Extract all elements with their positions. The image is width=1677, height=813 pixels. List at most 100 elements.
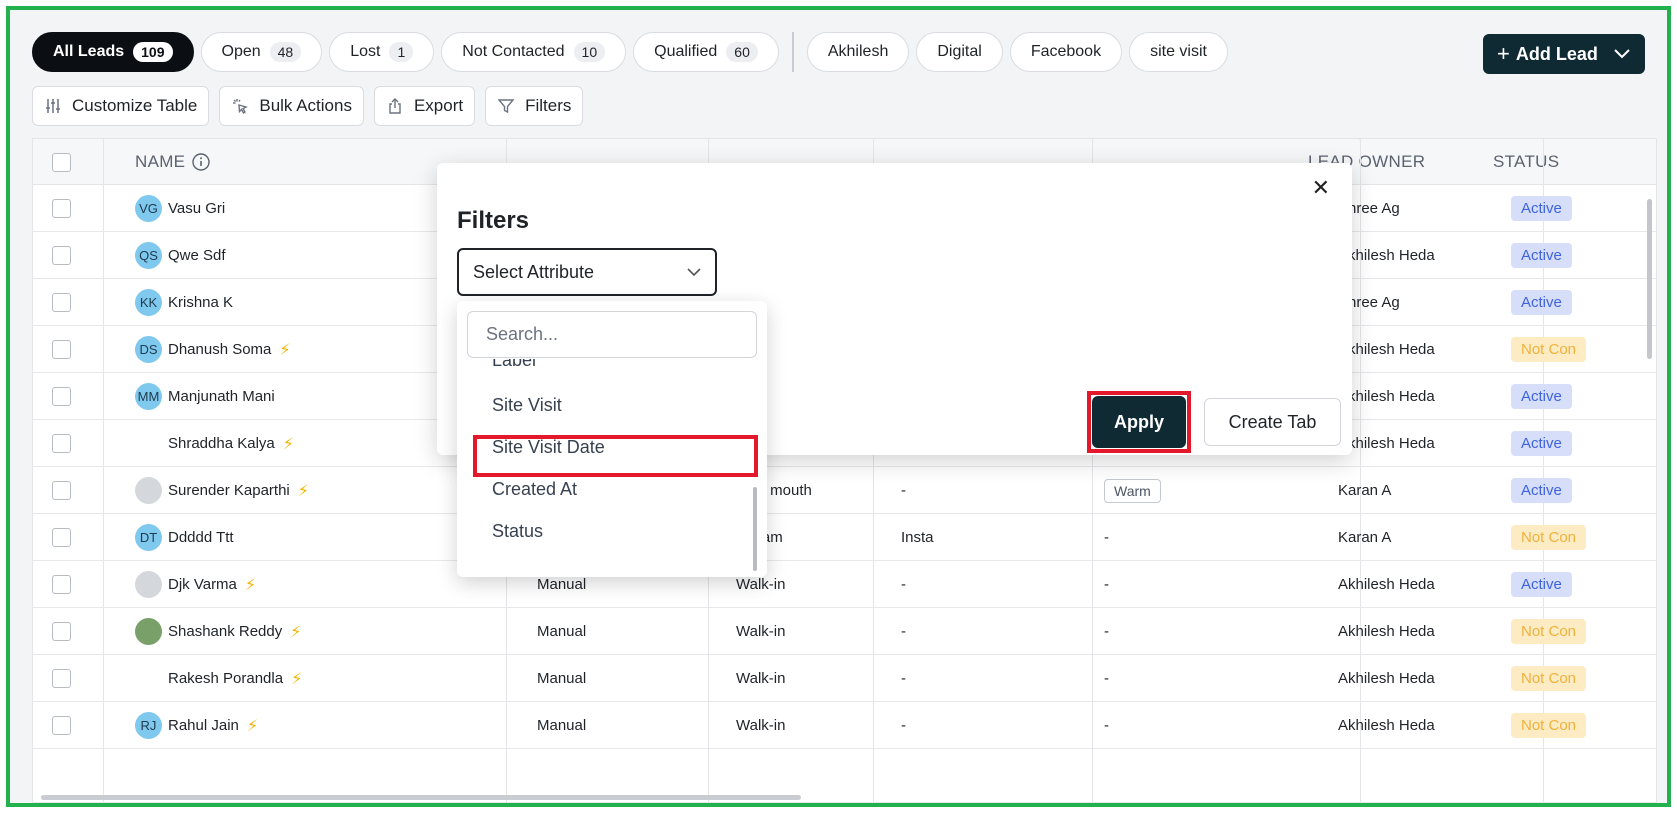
filters-button[interactable]: Filters — [485, 86, 584, 126]
apply-button[interactable]: Apply — [1092, 396, 1186, 448]
tab-open[interactable]: Open 48 — [200, 32, 323, 72]
lead-name[interactable]: Shraddha Kalya — [168, 435, 275, 452]
lead-name[interactable]: Manjunath Mani — [168, 388, 275, 405]
attribute-search-input[interactable] — [467, 311, 757, 358]
add-lead-button[interactable]: + Add Lead — [1483, 34, 1645, 74]
status-badge[interactable]: Active — [1511, 431, 1572, 456]
status-badge[interactable]: Not Con — [1511, 337, 1587, 362]
lead-name-cell[interactable]: VG Vasu Gri — [135, 185, 225, 232]
status-badge[interactable]: Not Con — [1511, 619, 1587, 644]
status-badge[interactable]: Active — [1511, 243, 1572, 268]
row-checkbox-cell — [52, 655, 71, 702]
export-label: Export — [413, 96, 464, 115]
row-checkbox[interactable] — [52, 387, 71, 406]
tab-qualified[interactable]: Qualified 60 — [633, 32, 779, 72]
row-checkbox[interactable] — [52, 293, 71, 312]
chevron-down-icon — [687, 264, 701, 280]
lead-name-cell[interactable]: MM Manjunath Mani — [135, 373, 275, 420]
lead-name[interactable]: Ddddd Ttt — [168, 529, 234, 546]
row-checkbox[interactable] — [52, 575, 71, 594]
status-badge[interactable]: Active — [1511, 384, 1572, 409]
lead-name-cell[interactable]: Shashank Reddy ⚡ — [135, 608, 301, 655]
lead-name-cell[interactable]: RJ Rahul Jain ⚡ — [135, 702, 258, 749]
lead-name[interactable]: Rahul Jain — [168, 717, 239, 734]
row-checkbox-cell — [52, 185, 71, 232]
tab-label: Akhilesh — [827, 43, 889, 60]
toolbar: Customize Table Bulk Actions Export Filt… — [32, 86, 584, 126]
lead-name[interactable]: Djk Varma — [168, 576, 237, 593]
attribute-option-status[interactable]: Status — [492, 509, 543, 553]
close-icon[interactable]: ✕ — [1312, 175, 1330, 201]
table-row[interactable]: Shashank Reddy ⚡ Manual Walk-in - - Akhilesh H… — [33, 608, 1656, 655]
lead-name-cell[interactable]: Djk Varma ⚡ — [135, 561, 256, 608]
row-checkbox[interactable] — [52, 340, 71, 359]
row-checkbox-cell — [52, 373, 71, 420]
status-badge[interactable]: Active — [1511, 572, 1572, 597]
status-badge[interactable]: Active — [1511, 290, 1572, 315]
attribute-option-site-visit[interactable]: Site Visit — [492, 383, 562, 427]
attribute-option-label[interactable]: Label — [492, 359, 536, 371]
tab-all-leads[interactable]: All Leads 109 — [32, 32, 194, 72]
lead-name[interactable]: Shashank Reddy — [168, 623, 282, 640]
row-checkbox-cell — [52, 467, 71, 514]
lead-name[interactable]: Krishna K — [168, 294, 233, 311]
header-status[interactable]: STATUS — [1493, 139, 1559, 185]
table-row[interactable]: Surender Kaparthi ⚡ rd of mouth - Warm Karan … — [33, 467, 1656, 514]
status-badge[interactable]: Not Con — [1511, 713, 1587, 738]
tab-akhilesh[interactable]: Akhilesh — [806, 32, 910, 72]
table-row[interactable]: RJ Rahul Jain ⚡ Manual Walk-in - - Akhilesh Hed… — [33, 702, 1656, 749]
status-badge[interactable]: Not Con — [1511, 666, 1587, 691]
row-checkbox[interactable] — [52, 528, 71, 547]
lead-name-cell[interactable]: Shraddha Kalya ⚡ — [135, 420, 294, 467]
row-checkbox[interactable] — [52, 434, 71, 453]
lead-name[interactable]: Vasu Gri — [168, 200, 225, 217]
lead-label-cell: - — [1104, 514, 1109, 561]
lead-owner: Akhilesh Heda — [1338, 388, 1435, 405]
vertical-scrollbar[interactable] — [1647, 199, 1652, 359]
lead-name[interactable]: Dhanush Soma — [168, 341, 271, 358]
lead-name-cell[interactable]: DT Ddddd Ttt — [135, 514, 234, 561]
select-all-checkbox[interactable] — [52, 152, 71, 172]
table-row[interactable]: Rakesh Porandla ⚡ Manual Walk-in - - Akhilesh … — [33, 655, 1656, 702]
horizontal-scrollbar[interactable] — [41, 795, 801, 800]
create-tab-button[interactable]: Create Tab — [1204, 398, 1341, 446]
lead-name-cell[interactable]: QS Qwe Sdf — [135, 232, 226, 279]
status-badge[interactable]: Not Con — [1511, 525, 1587, 550]
avatar: VG — [135, 195, 162, 222]
tab-lost[interactable]: Lost 1 — [329, 32, 435, 72]
export-button[interactable]: Export — [373, 86, 476, 126]
lead-name-cell[interactable]: Rakesh Porandla ⚡ — [135, 655, 302, 702]
table-row[interactable]: DTDdddd TtttagramInsta-Karan ANot Con — [33, 514, 1656, 561]
screenshot-frame: All Leads 109 Open 48 Lost 1 Not Contact… — [6, 6, 1671, 807]
tab-digital[interactable]: Digital — [916, 32, 1003, 72]
lead-name-cell[interactable]: DS Dhanush Soma ⚡ — [135, 326, 291, 373]
lead-name-cell[interactable]: Surender Kaparthi ⚡ — [135, 467, 309, 514]
lead-name[interactable]: Rakesh Porandla — [168, 670, 283, 687]
status-badge[interactable]: Active — [1511, 196, 1572, 221]
info-icon[interactable] — [192, 153, 211, 171]
lead-name[interactable]: Qwe Sdf — [168, 247, 226, 264]
tab-site-visit[interactable]: site visit — [1129, 32, 1228, 72]
status-badge[interactable]: Active — [1511, 478, 1572, 503]
select-attribute-dropdown[interactable]: Select Attribute — [457, 248, 717, 296]
tab-count: 10 — [573, 42, 606, 62]
row-checkbox[interactable] — [52, 622, 71, 641]
tab-not-contacted[interactable]: Not Contacted 10 — [441, 32, 627, 72]
row-checkbox[interactable] — [52, 669, 71, 688]
row-checkbox[interactable] — [52, 716, 71, 735]
tab-facebook[interactable]: Facebook — [1009, 32, 1123, 72]
lightning-icon: ⚡ — [290, 623, 302, 641]
header-name[interactable]: NAME — [135, 139, 211, 185]
row-checkbox[interactable] — [52, 199, 71, 218]
chevron-down-icon[interactable] — [1613, 44, 1631, 65]
dropdown-scrollbar[interactable] — [753, 487, 757, 571]
lead-name[interactable]: Surender Kaparthi — [168, 482, 290, 499]
row-checkbox[interactable] — [52, 246, 71, 265]
table-row[interactable]: Djk Varma ⚡ Manual Walk-in - - Akhilesh Heda Ac… — [33, 561, 1656, 608]
lead-name-cell[interactable]: KK Krishna K — [135, 279, 233, 326]
row-checkbox[interactable] — [52, 481, 71, 500]
customize-table-button[interactable]: Customize Table — [32, 86, 210, 126]
plus-icon: + — [1497, 41, 1510, 66]
bulk-actions-button[interactable]: Bulk Actions — [219, 86, 364, 126]
lead-label-cell: - — [1104, 561, 1109, 608]
